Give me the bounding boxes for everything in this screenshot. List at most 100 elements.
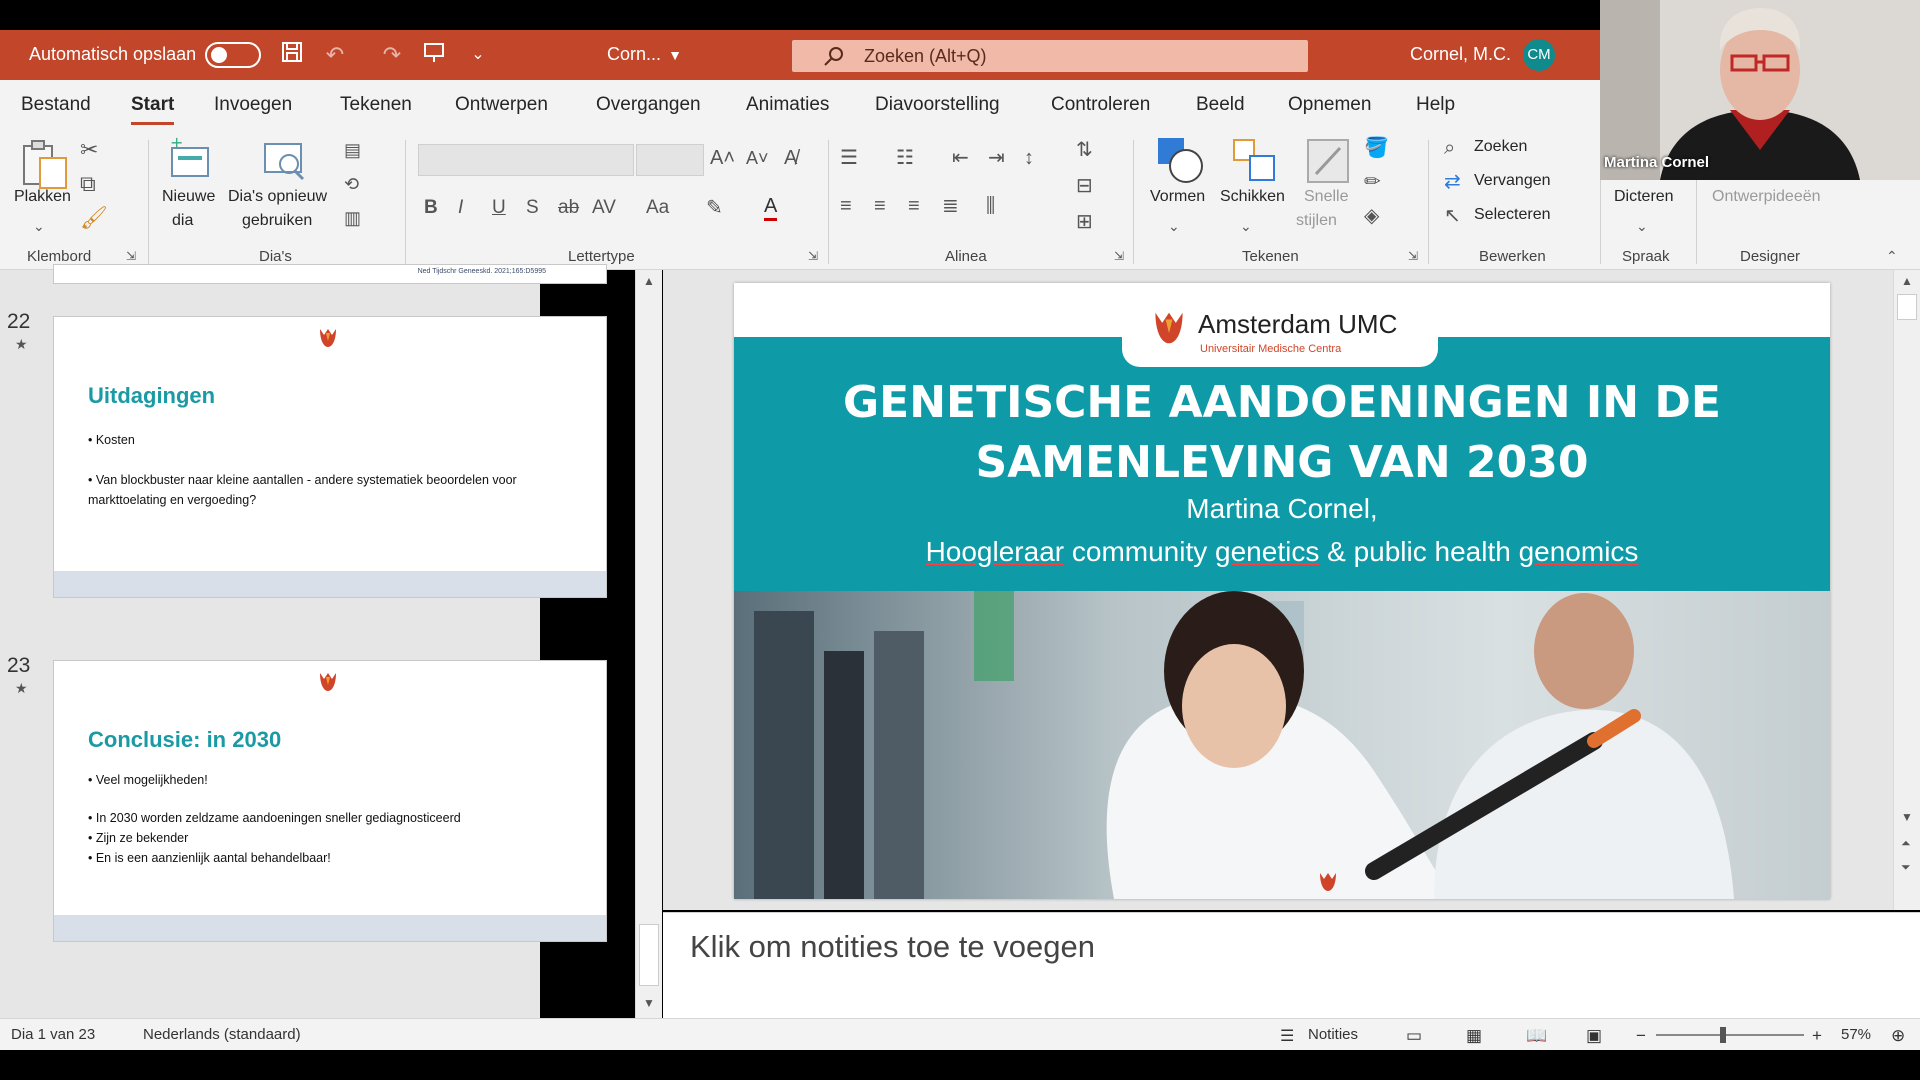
notes-pane[interactable]: Klik om notities toe te voegen [663,912,1920,1018]
decrease-indent-icon[interactable]: ⇤ [952,144,969,172]
reset-icon[interactable]: ⟲ [344,170,359,198]
font-family-select[interactable] [418,144,634,176]
chevron-down-icon[interactable]: ⌄ [1240,212,1252,240]
font-size-select[interactable] [636,144,704,176]
save-icon[interactable] [277,40,307,70]
shape-effects-icon[interactable]: ◈ [1364,202,1379,230]
grow-font-icon[interactable]: A˄ [710,144,735,172]
dialog-launcher-icon[interactable]: ⇲ [808,242,818,270]
scroll-up-icon[interactable]: ▲ [643,274,655,288]
chevron-down-icon[interactable]: ⌄ [33,212,45,240]
arrange-button[interactable]: Schikken [1220,188,1285,206]
zoom-in-icon[interactable]: + [1812,1026,1822,1046]
customize-toolbar-icon[interactable]: ⌄ [463,40,493,70]
shape-fill-icon[interactable]: 🪣 [1364,134,1389,162]
format-painter-icon[interactable]: 🖌 [80,204,108,232]
current-slide[interactable]: Amsterdam UMC Universitair Medische Cent… [734,283,1830,899]
copy-icon[interactable]: ⧉ [80,170,96,198]
scroll-up-icon[interactable]: ▲ [1901,274,1913,288]
select-icon[interactable]: ↖ [1444,202,1461,230]
align-text-icon[interactable]: ⊟ [1076,172,1093,200]
tab-start[interactable]: Start [131,94,175,125]
smartart-icon[interactable]: ⊞ [1076,208,1093,236]
redo-icon[interactable]: ↷ [377,40,407,70]
tab-diavoorstelling[interactable]: Diavoorstelling [875,94,1000,116]
zoom-level[interactable]: 57% [1841,1026,1871,1043]
tab-beeld[interactable]: Beeld [1196,94,1245,116]
slide-thumbnail-23[interactable]: Conclusie: in 2030 • Veel mogelijkheden!… [53,660,607,942]
tab-bestand[interactable]: Bestand [21,94,91,116]
normal-view-icon[interactable]: ▭ [1406,1026,1422,1046]
paste-icon[interactable] [16,138,72,190]
autosave-toggle[interactable] [205,42,261,68]
align-left-icon[interactable]: ≡ [840,192,852,220]
chevron-down-icon[interactable]: ▼ [660,40,690,70]
zoom-out-icon[interactable]: − [1636,1026,1646,1046]
strikethrough-icon[interactable]: ab [558,194,579,222]
fit-to-window-icon[interactable]: ⊕ [1891,1026,1905,1046]
design-ideas-button[interactable]: Ontwerpideeën [1712,188,1821,206]
text-direction-icon[interactable]: ⇅ [1076,136,1093,164]
layout-icon[interactable]: ▤ [344,136,361,164]
scrollbar-thumb[interactable] [1897,294,1917,320]
clear-format-icon[interactable]: A̸ [784,144,797,172]
previous-slide-icon[interactable]: ⏶ [1901,836,1911,851]
char-spacing-icon[interactable]: AV [592,194,616,222]
italic-icon[interactable]: I [458,194,463,222]
shadow-icon[interactable]: S [526,194,539,222]
avatar[interactable]: CM [1523,39,1555,71]
undo-icon[interactable]: ↶ [320,40,350,70]
slide-thumbnail-22[interactable]: Uitdagingen • Kosten • Van blockbuster n… [53,316,607,598]
quick-styles-icon[interactable] [1306,138,1350,184]
replace-button[interactable]: Vervangen [1474,172,1551,190]
search-box[interactable]: Zoeken (Alt+Q) [792,40,1308,72]
next-slide-icon[interactable]: ⏷ [1901,860,1911,875]
collapse-ribbon-icon[interactable]: ⌃ [1886,242,1898,270]
new-slide-icon[interactable]: + [168,133,212,180]
font-color-icon[interactable]: A [764,194,778,221]
tab-help[interactable]: Help [1416,94,1455,116]
chevron-down-icon[interactable]: ⌄ [1168,212,1180,240]
zoom-slider[interactable] [1656,1027,1804,1043]
replace-icon[interactable]: ⇄ [1444,168,1461,196]
justify-icon[interactable]: ≣ [942,192,959,220]
bullets-icon[interactable]: ☰ [840,144,858,172]
paste-button[interactable]: Plakken [14,188,71,206]
tab-ontwerpen[interactable]: Ontwerpen [455,94,548,116]
highlight-icon[interactable]: ✎ [706,194,723,222]
tab-animaties[interactable]: Animaties [746,94,829,116]
find-icon[interactable]: ⌕ [1444,134,1455,162]
chevron-down-icon[interactable]: ⌄ [1636,212,1648,240]
dialog-launcher-icon[interactable]: ⇲ [1114,242,1124,270]
presentation-icon[interactable] [419,40,449,70]
slideshow-icon[interactable]: ▣ [1586,1026,1602,1046]
reuse-slides-button[interactable]: Dia's opnieuw [228,188,327,206]
tab-overgangen[interactable]: Overgangen [596,94,701,116]
user-name[interactable]: Cornel, M.C. [1410,44,1511,65]
align-center-icon[interactable]: ≡ [874,192,886,220]
reuse-slides-icon[interactable] [261,138,309,182]
dialog-launcher-icon[interactable]: ⇲ [1408,242,1418,270]
tab-controleren[interactable]: Controleren [1051,94,1150,116]
shape-outline-icon[interactable]: ✏ [1364,168,1381,196]
slide-scrollbar[interactable]: ▲ ▼ ⏶ ⏷ [1893,270,1920,910]
tab-opnemen[interactable]: Opnemen [1288,94,1371,116]
thumbnail-scrollbar[interactable]: ▲ ▼ [635,270,662,1018]
increase-indent-icon[interactable]: ⇥ [988,144,1005,172]
dictate-button[interactable]: Dicteren [1614,188,1674,206]
tab-tekenen[interactable]: Tekenen [340,94,412,116]
line-spacing-icon[interactable]: ↕ [1024,144,1034,172]
document-name[interactable]: Corn... [607,44,661,65]
align-right-icon[interactable]: ≡ [908,192,920,220]
language-indicator[interactable]: Nederlands (standaard) [143,1026,301,1043]
select-button[interactable]: Selecteren [1474,206,1551,224]
notes-button[interactable]: Notities [1308,1026,1358,1043]
zoom-slider-thumb[interactable] [1719,1027,1726,1043]
scroll-down-icon[interactable]: ▼ [1901,810,1913,824]
underline-icon[interactable]: U [492,194,506,222]
shapes-icon[interactable] [1156,136,1204,184]
scroll-down-icon[interactable]: ▼ [643,996,655,1010]
tab-invoegen[interactable]: Invoegen [214,94,292,116]
slide-sorter-icon[interactable]: ▦ [1466,1026,1482,1046]
reading-view-icon[interactable]: 📖 [1526,1026,1547,1046]
